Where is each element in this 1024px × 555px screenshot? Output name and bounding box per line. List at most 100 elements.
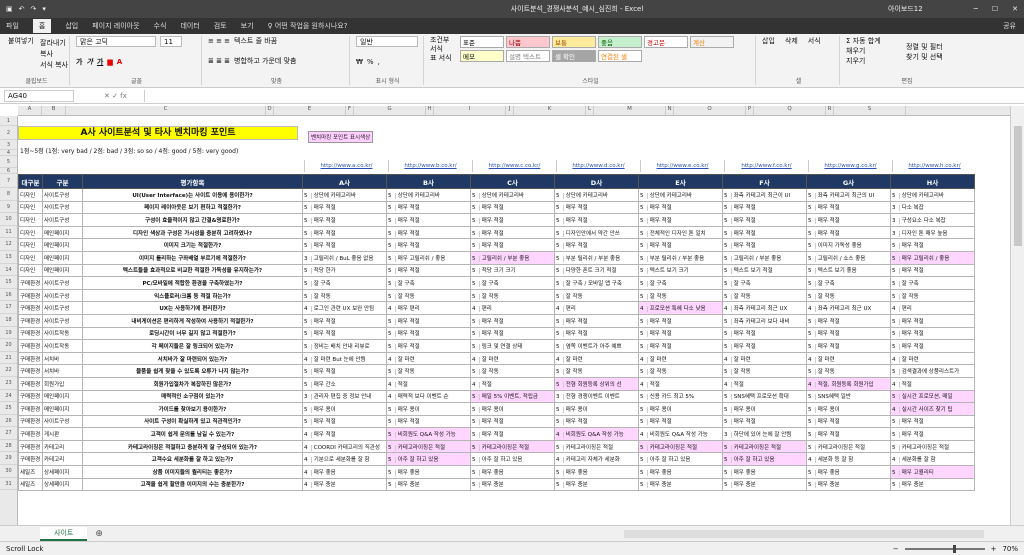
column-header[interactable]: B bbox=[42, 106, 66, 115]
competitor-url-link[interactable]: http://www.c.co.kr/ bbox=[472, 160, 556, 172]
row-header[interactable]: 10 bbox=[0, 213, 17, 226]
horizontal-scrollbar[interactable] bbox=[624, 529, 984, 538]
score-cell[interactable]: 5 매우 용이 bbox=[554, 402, 639, 416]
table-cell[interactable]: 내비게이션은 편리하게 작성하여 사용하기 적절한가? bbox=[82, 313, 303, 328]
tell-me-search[interactable]: ♀ 어떤 작업을 원하시나요? bbox=[268, 21, 348, 31]
score-cell[interactable]: 5 매우 용이 bbox=[722, 402, 807, 416]
table-cell[interactable]: 메인페이지 bbox=[42, 389, 83, 404]
table-cell[interactable]: 사이트작동 bbox=[42, 339, 83, 353]
font-size-select[interactable]: 11 bbox=[160, 36, 182, 47]
score-cell[interactable]: 4 로그인 관련 UX 보완 안됨 bbox=[302, 301, 387, 315]
score-cell[interactable]: 5 매우 적절 bbox=[470, 427, 555, 441]
column-header[interactable]: R bbox=[826, 106, 834, 115]
competitor-url-link[interactable]: http://www.e.co.kr/ bbox=[640, 160, 724, 172]
row-header[interactable]: 15 bbox=[0, 276, 17, 289]
score-cell[interactable]: 5 매우 적절 bbox=[302, 326, 387, 341]
table-cell[interactable]: 구매환경 bbox=[18, 364, 43, 378]
score-cell[interactable]: 5 매일 5% 이벤트, 적립금 bbox=[470, 389, 555, 404]
align-icons[interactable]: ≣ ≣ ≣ bbox=[208, 57, 230, 65]
table-cell[interactable]: 디자인 색상과 구성은 가시성을 충분히 고려하였나? bbox=[82, 225, 303, 240]
competitor-url-link[interactable]: http://www.h.co.kr/ bbox=[892, 160, 976, 172]
table-cell[interactable]: UX는 사용하기에 편리한가? bbox=[82, 301, 303, 315]
table-cell[interactable]: 서치바 bbox=[42, 351, 83, 366]
zoom-in-icon[interactable]: + bbox=[991, 545, 997, 553]
score-cell[interactable]: 5 매우 적절 bbox=[638, 213, 723, 227]
comma-button[interactable]: , bbox=[378, 58, 380, 66]
score-cell[interactable]: 5 다양한 폰트 크기 적절 bbox=[554, 263, 639, 278]
formula-buttons[interactable]: ✕ ✓ fx bbox=[104, 92, 144, 100]
merge-center-button[interactable]: 병합하고 가운데 맞춤 bbox=[234, 56, 296, 66]
table-cell[interactable]: 가이드를 찾아보기 용이한가? bbox=[82, 402, 303, 416]
table-cell[interactable]: 텍스트들을 효과적으로 비교한 적절한 가독성을 유지하는가? bbox=[82, 263, 303, 278]
score-cell[interactable]: 5 매우 적절 bbox=[722, 200, 807, 215]
score-cell[interactable]: 4 잘 마련 bbox=[890, 351, 975, 366]
score-cell[interactable]: 5 잘 작동 bbox=[470, 288, 555, 303]
score-cell[interactable]: 5 아주 잘 하고 있음 bbox=[722, 452, 807, 467]
table-cell[interactable]: 사이트구성 bbox=[42, 313, 83, 328]
score-cell[interactable]: 5 링크 및 연결 상태 bbox=[470, 339, 555, 353]
table-cell[interactable]: 페이지 레이아웃은 보기 편하고 적절한가? bbox=[82, 200, 303, 215]
score-cell[interactable]: 5 매우 좋음 bbox=[386, 465, 471, 479]
column-header[interactable]: L bbox=[586, 106, 594, 115]
menu-tab[interactable]: 홈 bbox=[32, 19, 52, 33]
customize-icon[interactable]: ▾ bbox=[42, 5, 46, 13]
column-header[interactable]: G bbox=[354, 106, 426, 115]
score-cell[interactable]: 5 잘 작동 bbox=[386, 364, 471, 378]
score-cell[interactable]: 5 전형 회원등록 상위의 선 bbox=[554, 376, 639, 391]
column-header[interactable]: A bbox=[18, 106, 42, 115]
score-cell[interactable]: 5 매우 적절 bbox=[638, 200, 723, 215]
score-cell[interactable]: 5 매우 적절 bbox=[386, 238, 471, 252]
score-cell[interactable]: 5 매우 적절 bbox=[470, 326, 555, 341]
cell-style-item[interactable]: 셀 확인 bbox=[552, 50, 596, 62]
score-cell[interactable]: 5 텍스트 보기 적절 bbox=[722, 263, 807, 278]
worksheet-grid[interactable]: A사 사이트분석 및 타사 벤치마킹 포인트 벤치마킹 포인트 표시색상 1점~… bbox=[18, 116, 1010, 525]
table-cell[interactable]: 카테고리 bbox=[42, 439, 83, 454]
table-cell[interactable]: 메인페이지 bbox=[42, 402, 83, 416]
percent-button[interactable]: % bbox=[367, 58, 374, 66]
zoom-out-icon[interactable]: − bbox=[893, 545, 899, 553]
score-cell[interactable]: 5 고릴리쉬 / 쇼스 좋음 bbox=[806, 250, 891, 265]
score-cell[interactable]: 5 매우 적절 bbox=[890, 339, 975, 353]
score-cell[interactable]: 5 매우 적절 bbox=[302, 213, 387, 227]
score-cell[interactable]: 5 잘 구축 bbox=[722, 276, 807, 290]
redo-icon[interactable]: ↷ bbox=[31, 5, 37, 13]
score-cell[interactable]: 5 매우 충분 bbox=[722, 477, 807, 492]
table-cell[interactable]: 디자인 bbox=[18, 225, 43, 240]
score-cell[interactable]: 5 고릴리쉬 / 부분 좋음 bbox=[470, 250, 555, 265]
table-cell[interactable]: 디자인 bbox=[18, 250, 43, 265]
table-cell[interactable]: 사이트구성 bbox=[42, 414, 83, 429]
table-cell[interactable]: 고객이 쉽게 문의를 남길 수 있는가? bbox=[82, 427, 303, 441]
row-header[interactable]: 20 bbox=[0, 339, 17, 352]
score-cell[interactable]: 4 매력적 보다 이벤트 순 bbox=[386, 389, 471, 404]
score-cell[interactable]: 5 잘 작동 bbox=[554, 364, 639, 378]
table-cell[interactable]: 구매환경 bbox=[18, 276, 43, 290]
score-cell[interactable]: 5 좌측 카테고리 최근의 UI bbox=[806, 188, 891, 202]
score-cell[interactable]: 4 적절, 회원등록 회원가입 bbox=[806, 376, 891, 391]
score-cell[interactable]: 5 비회원도 Q&A 작성 가능 bbox=[386, 427, 471, 441]
table-cell[interactable]: 구매환경 bbox=[18, 452, 43, 467]
score-cell[interactable]: 4 적절 bbox=[386, 376, 471, 391]
table-cell[interactable]: 사이트 구성이 확실하게 있고 직관적인가? bbox=[82, 414, 303, 429]
score-cell[interactable]: 4 잘 마련 bbox=[470, 351, 555, 366]
table-cell[interactable]: 사이트구성 bbox=[42, 188, 83, 202]
score-cell[interactable]: 5 매우 적절 bbox=[722, 339, 807, 353]
row-header[interactable]: 18 bbox=[0, 314, 17, 327]
table-cell[interactable]: 사이트작동 bbox=[42, 326, 83, 341]
score-cell[interactable]: 5 매우 적절 bbox=[722, 414, 807, 429]
score-cell[interactable]: 5 잘 구축 bbox=[302, 276, 387, 290]
score-cell[interactable]: 5 매우 적절 bbox=[302, 414, 387, 429]
row-header[interactable]: 29 bbox=[0, 452, 17, 466]
table-cell[interactable]: 구매환경 bbox=[18, 351, 43, 366]
score-cell[interactable]: 5 매우 충분 bbox=[890, 477, 975, 492]
row-header[interactable]: 7 bbox=[0, 174, 17, 188]
score-cell[interactable]: 5 정비는 배치 안내 리뷰로 bbox=[302, 339, 387, 353]
score-cell[interactable]: 4 좌측 카테고리 최근 UX bbox=[806, 301, 891, 315]
score-cell[interactable]: 5 이미지 가독성 좋음 bbox=[806, 238, 891, 252]
table-cell[interactable]: 익스플로러/크롬 등 적절 하는가? bbox=[82, 288, 303, 303]
cell-style-item[interactable]: 표준 bbox=[460, 36, 504, 48]
score-cell[interactable]: 5 매우 적절 bbox=[302, 200, 387, 215]
score-cell[interactable]: 5 매우 적절 bbox=[890, 414, 975, 429]
score-cell[interactable]: 5 잘 작동 bbox=[470, 364, 555, 378]
format-painter-button[interactable]: 서식 복사 bbox=[40, 60, 68, 71]
score-cell[interactable]: 5 매우 적절 bbox=[386, 339, 471, 353]
